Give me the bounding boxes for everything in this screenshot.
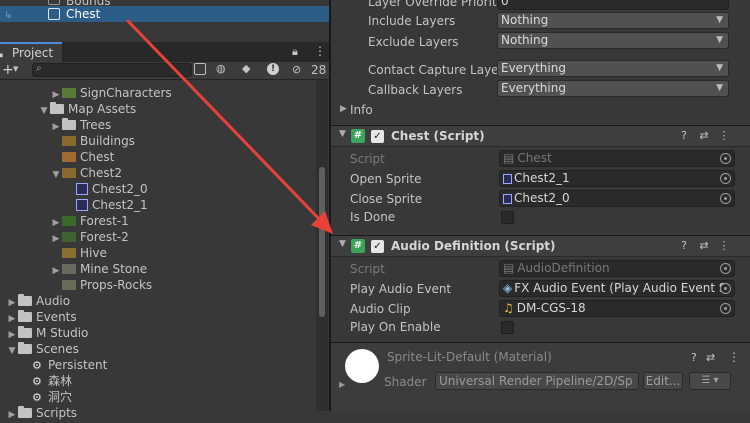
annotation-arrow — [125, 18, 333, 234]
annotation-arrow-line — [125, 18, 324, 224]
